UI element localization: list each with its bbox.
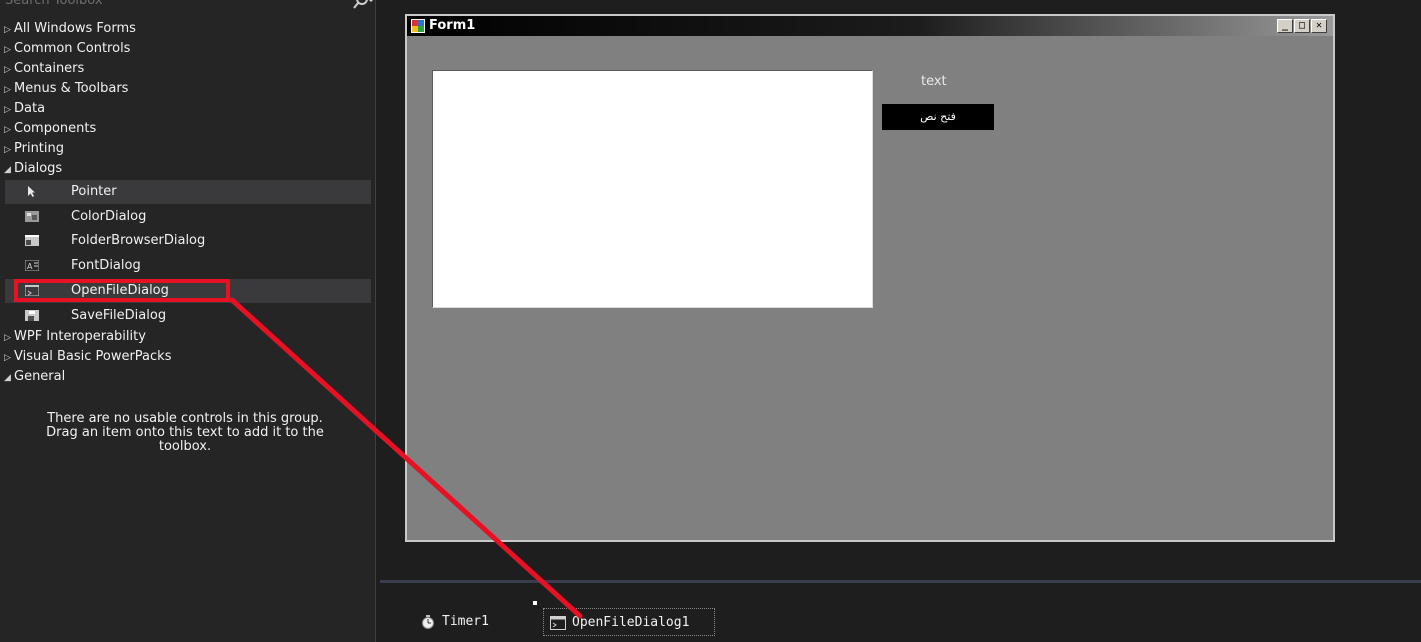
toolbox-panel: Search Toolbox ▷ All Windows Forms ▷ Commo… — [0, 0, 376, 642]
category-visual-basic-powerpacks[interactable]: ▷ Visual Basic PowerPacks — [0, 347, 370, 367]
category-menus-toolbars[interactable]: ▷ Menus & Toolbars — [0, 79, 370, 99]
font-dialog-icon: A — [25, 260, 39, 271]
close-button[interactable]: ✕ — [1311, 19, 1327, 33]
expand-arrow-icon: ▷ — [4, 353, 11, 363]
tool-label: ColorDialog — [71, 209, 147, 224]
textbox-control[interactable] — [432, 70, 873, 308]
open-text-button[interactable]: فتح نص — [882, 104, 994, 130]
search-toolbox[interactable]: Search Toolbox — [0, 0, 381, 16]
category-general[interactable]: ◢ General — [0, 367, 370, 387]
tool-label: Pointer — [71, 184, 117, 199]
category-printing[interactable]: ▷ Printing — [0, 139, 370, 159]
maximize-button[interactable]: □ — [1294, 19, 1310, 33]
category-dialogs[interactable]: ◢ Dialogs — [0, 159, 370, 179]
tool-label: SaveFileDialog — [71, 308, 167, 323]
empty-message-line: There are no usable controls in this gro… — [47, 411, 323, 426]
expand-arrow-icon: ▷ — [4, 125, 11, 135]
category-label: Printing — [14, 141, 65, 156]
category-label: General — [14, 369, 66, 384]
expand-arrow-icon: ▷ — [4, 105, 11, 115]
expand-arrow-icon: ▷ — [4, 85, 11, 95]
tool-font-dialog[interactable]: A FontDialog — [5, 254, 371, 278]
category-label: Menus & Toolbars — [14, 81, 129, 96]
category-label: All Windows Forms — [14, 21, 136, 36]
expand-arrow-icon: ▷ — [4, 25, 11, 35]
save-file-dialog-icon — [25, 310, 39, 321]
category-containers[interactable]: ▷ Containers — [0, 59, 370, 79]
annotation-highlight-box — [14, 279, 230, 302]
tray-item-openfiledialog1[interactable]: OpenFileDialog1 — [543, 608, 715, 636]
pointer-icon — [28, 186, 35, 197]
category-all-windows-forms[interactable]: ▷ All Windows Forms — [0, 19, 370, 39]
tool-pointer[interactable]: Pointer — [5, 180, 371, 204]
minimize-button[interactable]: _ — [1277, 19, 1293, 33]
tool-label: FontDialog — [71, 258, 141, 273]
category-wpf-interoperability[interactable]: ▷ WPF Interoperability — [0, 327, 370, 347]
category-components[interactable]: ▷ Components — [0, 119, 370, 139]
tool-color-dialog[interactable]: ColorDialog — [5, 205, 371, 229]
color-dialog-icon — [25, 211, 39, 222]
svg-text:A: A — [27, 262, 33, 271]
expand-arrow-icon: ▷ — [4, 65, 11, 75]
tray-item-label: Timer1 — [442, 614, 489, 629]
tool-save-file-dialog[interactable]: SaveFileDialog — [5, 304, 371, 328]
form-icon — [411, 19, 425, 33]
search-icon[interactable] — [353, 0, 375, 10]
form-title: Form1 — [429, 18, 476, 33]
general-empty-message: There are no usable controls in this gro… — [20, 412, 350, 454]
collapse-arrow-icon: ◢ — [4, 165, 11, 175]
category-common-controls[interactable]: ▷ Common Controls — [0, 39, 370, 59]
expand-arrow-icon: ▷ — [4, 45, 11, 55]
selection-grip[interactable] — [533, 601, 537, 605]
category-label: Data — [14, 101, 46, 116]
tool-label: FolderBrowserDialog — [71, 233, 206, 248]
category-label: Dialogs — [14, 161, 63, 176]
category-label: Common Controls — [14, 41, 131, 56]
open-file-dialog-icon — [550, 616, 566, 630]
category-label: WPF Interoperability — [14, 329, 146, 344]
tray-item-label: OpenFileDialog1 — [572, 615, 690, 630]
component-tray: Timer1 OpenFileDialog1 — [380, 580, 1421, 642]
search-toolbox-input[interactable]: Search Toolbox — [5, 0, 103, 8]
form-title-bar[interactable]: Form1 _ □ ✕ — [407, 16, 1333, 36]
expand-arrow-icon: ▷ — [4, 333, 11, 343]
category-label: Components — [14, 121, 97, 136]
expand-arrow-icon: ▷ — [4, 145, 11, 155]
tool-folder-browser-dialog[interactable]: FolderBrowserDialog — [5, 229, 371, 253]
empty-message-line: Drag an item onto this text to add it to… — [46, 425, 324, 440]
category-label: Visual Basic PowerPacks — [14, 349, 172, 364]
form1-window[interactable]: Form1 _ □ ✕ text فتح نص — [405, 14, 1335, 542]
category-label: Containers — [14, 61, 85, 76]
collapse-arrow-icon: ◢ — [4, 373, 11, 383]
folder-browser-dialog-icon — [25, 235, 39, 246]
text-label[interactable]: text — [921, 74, 947, 89]
tray-item-timer1[interactable]: Timer1 — [420, 608, 510, 636]
timer-icon — [422, 615, 434, 629]
empty-message-line: toolbox. — [158, 439, 212, 454]
category-data[interactable]: ▷ Data — [0, 99, 370, 119]
